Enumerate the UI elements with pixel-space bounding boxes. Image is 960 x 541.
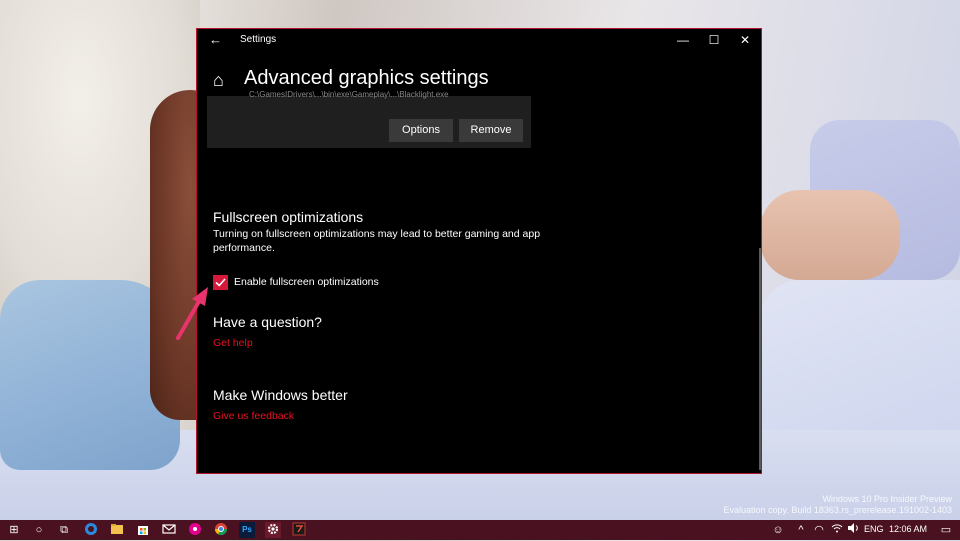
maximize-button[interactable]: ☐: [700, 31, 728, 49]
remove-button[interactable]: Remove: [459, 119, 523, 142]
page-title: Advanced graphics settings: [244, 67, 489, 89]
question-section-title: Have a question?: [213, 314, 322, 330]
close-button[interactable]: ✕: [731, 31, 759, 49]
fullscreen-checkbox[interactable]: [213, 275, 228, 290]
settings-icon[interactable]: [265, 522, 281, 538]
back-arrow-icon[interactable]: ←: [209, 32, 222, 47]
desktop-watermark: Windows 10 Pro Insider Preview Evaluatio…: [724, 494, 953, 516]
app-card[interactable]: C:\GamesIDrivers\...\bin\exe\Gameplay\..…: [207, 90, 531, 148]
title-bar: ← Settings — ☐ ✕: [197, 29, 761, 51]
groove-icon[interactable]: [187, 522, 203, 538]
store-icon[interactable]: [135, 522, 151, 538]
chevron-up-icon[interactable]: ^: [793, 522, 809, 538]
wallpaper-legs: [760, 190, 900, 280]
home-icon[interactable]: ⌂: [213, 70, 224, 91]
watermark-line1: Windows 10 Pro Insider Preview: [822, 494, 952, 504]
volume-icon[interactable]: [845, 522, 861, 538]
search-icon[interactable]: ○: [31, 522, 47, 538]
settings-window: ← Settings — ☐ ✕ ⌂ Advanced graphics set…: [196, 28, 762, 474]
notification-icon[interactable]: ▭: [938, 522, 954, 538]
file-explorer-icon[interactable]: [109, 522, 125, 538]
checkmark-icon: [215, 278, 226, 287]
game-icon[interactable]: [291, 522, 307, 538]
give-feedback-link[interactable]: Give us feedback: [213, 410, 294, 422]
wifi-icon[interactable]: [829, 522, 845, 538]
language-indicator[interactable]: ENG: [864, 524, 884, 534]
clock[interactable]: 12:06 AM: [889, 524, 927, 534]
fullscreen-description: Turning on fullscreen optimizations may …: [213, 228, 541, 254]
start-icon[interactable]: ⊞: [6, 522, 22, 538]
pointer-arrow-icon: [176, 287, 208, 340]
people-icon[interactable]: ☺: [770, 522, 786, 538]
network-icon[interactable]: ◠: [811, 522, 827, 538]
watermark-line2: Evaluation copy. Build 18363.rs_prerelea…: [723, 505, 953, 515]
fullscreen-section-title: Fullscreen optimizations: [213, 209, 364, 225]
feedback-section-title: Make Windows better: [213, 387, 348, 403]
minimize-button[interactable]: —: [669, 31, 697, 49]
edge-icon[interactable]: [83, 522, 99, 538]
get-help-link[interactable]: Get help: [213, 337, 253, 349]
fullscreen-checkbox-label[interactable]: Enable fullscreen optimizations: [234, 276, 379, 288]
taskbar: ⊞ ○ ⧉ Ps ☺ ^ ◠ ENG 12:06 AM ▭: [0, 520, 960, 540]
scrollbar[interactable]: [759, 248, 761, 470]
mail-icon[interactable]: [161, 522, 177, 538]
options-button[interactable]: Options: [389, 119, 453, 142]
task-view-icon[interactable]: ⧉: [56, 522, 72, 538]
photoshop-icon[interactable]: Ps: [239, 522, 255, 538]
window-title: Settings: [240, 34, 277, 45]
chrome-icon[interactable]: [213, 522, 229, 538]
app-path: C:\GamesIDrivers\...\bin\exe\Gameplay\..…: [249, 90, 449, 99]
